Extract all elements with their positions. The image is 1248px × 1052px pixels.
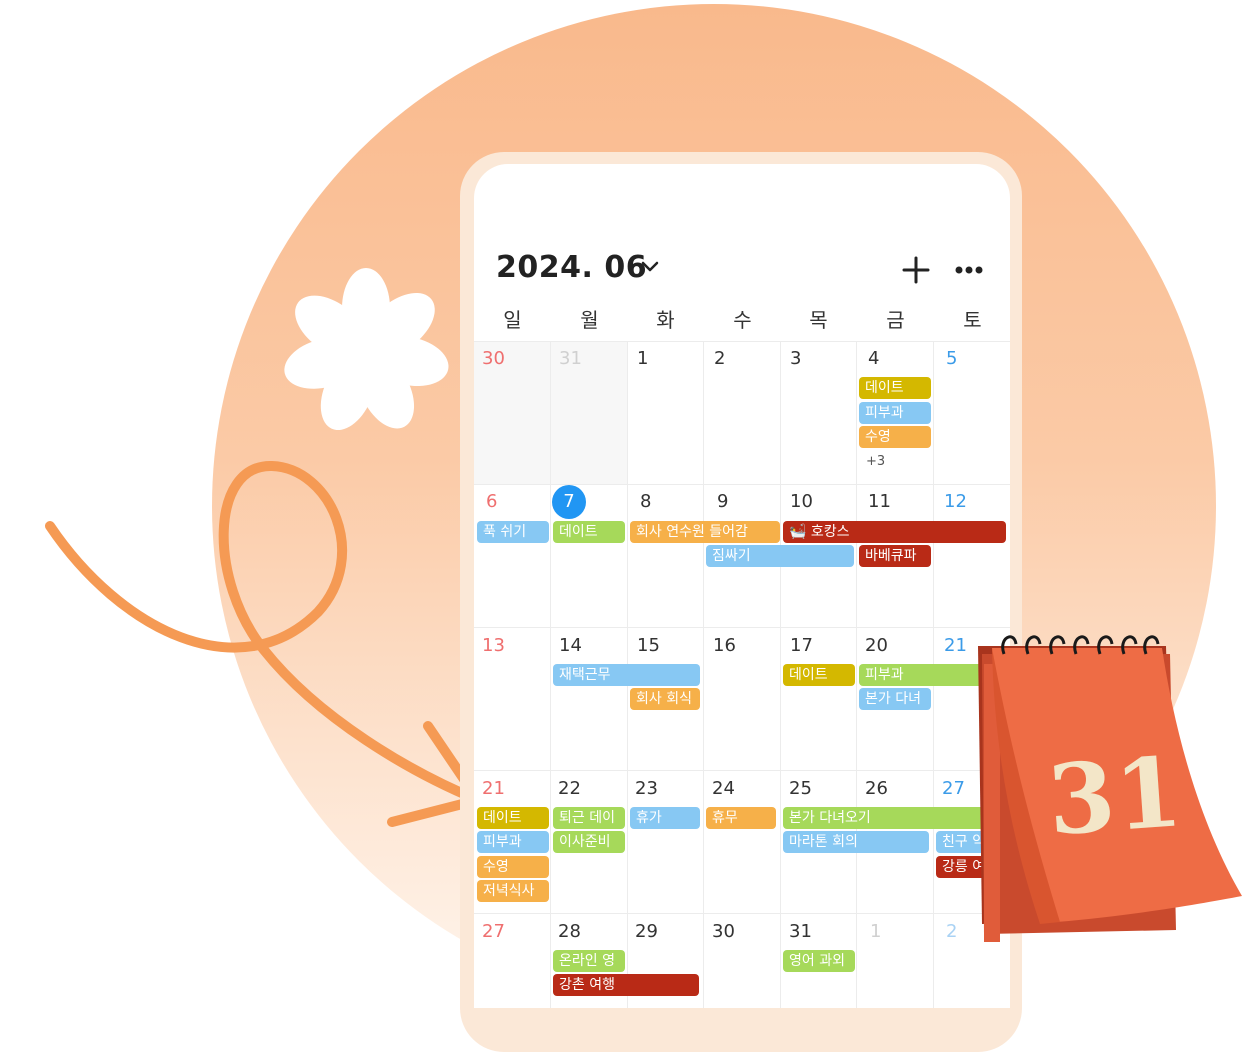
date-cell[interactable]: 20 [865, 635, 888, 656]
grid-line [474, 770, 1010, 771]
event-chip[interactable]: 강촌 여행 [553, 974, 699, 996]
grid-line [856, 342, 857, 1008]
date-cell[interactable]: 3 [790, 348, 801, 369]
today-date-marker[interactable]: 7 [552, 485, 586, 519]
date-cell[interactable]: 29 [635, 921, 658, 942]
date-cell[interactable]: 14 [559, 635, 582, 656]
date-cell[interactable]: 17 [790, 635, 813, 656]
grid-line [703, 342, 704, 1008]
date-cell[interactable]: 8 [640, 491, 651, 512]
event-chip[interactable]: 피부과 [477, 831, 549, 853]
date-cell[interactable]: 22 [558, 778, 581, 799]
calendar-screen: 2024. 06 일 월 화 수 목 금 토 30 31 1 2 3 4 5 데… [474, 164, 1010, 1008]
weekday-thu: 목 [809, 308, 828, 332]
event-chip[interactable]: 휴가 [630, 807, 700, 829]
event-chip[interactable]: 저녁식사 [477, 880, 549, 902]
event-chip[interactable]: 짐싸기 [706, 545, 854, 567]
event-chip[interactable]: 영어 과외 [783, 950, 855, 972]
date-cell[interactable]: 1 [637, 348, 648, 369]
flower-decoration [284, 268, 449, 431]
event-chip[interactable]: 재택근무 [553, 664, 700, 686]
calendar-sticker-icon: 31 [978, 635, 1242, 942]
grid-line [474, 484, 1010, 485]
event-chip[interactable]: 수영 [477, 856, 549, 878]
date-cell[interactable]: 23 [635, 778, 658, 799]
more-events-count[interactable]: +3 [866, 454, 885, 469]
event-chip[interactable]: 데이트 [477, 807, 549, 829]
date-cell[interactable]: 4 [868, 348, 879, 369]
date-cell[interactable]: 21 [944, 635, 967, 656]
date-cell[interactable]: 30 [712, 921, 735, 942]
month-title[interactable]: 2024. 06 [496, 250, 647, 285]
grid-line [780, 342, 781, 1008]
date-cell[interactable]: 10 [790, 491, 813, 512]
grid-line [474, 341, 1010, 342]
chevron-down-icon[interactable] [640, 260, 660, 274]
weekday-sat: 토 [963, 308, 982, 332]
date-cell[interactable]: 2 [946, 921, 957, 942]
date-cell[interactable]: 25 [789, 778, 812, 799]
event-chip[interactable]: 🛀 호캉스 [783, 521, 1006, 543]
date-cell[interactable]: 21 [482, 778, 505, 799]
event-chip[interactable]: 온라인 영 [553, 950, 625, 972]
date-cell[interactable]: 27 [942, 778, 965, 799]
date-cell[interactable]: 11 [868, 491, 891, 512]
date-cell[interactable]: 26 [865, 778, 888, 799]
date-cell[interactable]: 5 [946, 348, 957, 369]
add-event-icon[interactable] [902, 256, 930, 284]
event-chip[interactable]: 퇴근 데이 [553, 807, 625, 829]
event-chip[interactable]: 수영 [859, 426, 931, 448]
date-cell[interactable]: 16 [713, 635, 736, 656]
event-chip[interactable]: 마라톤 회의 [783, 831, 929, 853]
weekday-tue: 화 [656, 308, 675, 332]
event-chip[interactable]: 데이트 [553, 521, 625, 543]
weekday-mon: 월 [580, 308, 599, 332]
date-cell[interactable]: 27 [482, 921, 505, 942]
event-chip[interactable]: 회사 연수원 들어감 [630, 521, 780, 543]
event-chip[interactable]: 푹 쉬기 [477, 521, 549, 543]
weekday-fri: 금 [886, 308, 905, 332]
event-chip[interactable]: 회사 회식 [630, 688, 700, 710]
date-cell[interactable]: 28 [558, 921, 581, 942]
date-cell[interactable]: 13 [482, 635, 505, 656]
date-cell[interactable]: 30 [482, 348, 505, 369]
event-chip[interactable]: 데이트 [783, 664, 855, 686]
weekday-wed: 수 [733, 308, 752, 332]
date-cell[interactable]: 24 [712, 778, 735, 799]
date-cell[interactable]: 15 [637, 635, 660, 656]
event-chip[interactable]: 바베큐파 [859, 545, 931, 567]
event-chip[interactable]: 휴무 [706, 807, 776, 829]
calendar-sticker-number: 31 [1044, 735, 1185, 857]
date-cell[interactable]: 9 [717, 491, 728, 512]
weekday-sun: 일 [503, 308, 522, 332]
grid-line [474, 913, 1010, 914]
grid-line [474, 627, 1010, 628]
more-options-icon[interactable] [954, 264, 984, 276]
event-chip[interactable]: 본가 다녀 [859, 688, 931, 710]
event-chip[interactable]: 데이트 [859, 377, 931, 399]
grid-line [550, 342, 551, 1008]
date-cell[interactable]: 2 [714, 348, 725, 369]
date-cell[interactable]: 31 [559, 348, 582, 369]
date-cell[interactable]: 1 [870, 921, 881, 942]
date-cell[interactable]: 6 [486, 491, 497, 512]
event-chip[interactable]: 피부과 [859, 402, 931, 424]
event-chip[interactable]: 이사준비 [553, 831, 625, 853]
date-cell[interactable]: 31 [789, 921, 812, 942]
date-cell[interactable]: 12 [944, 491, 967, 512]
